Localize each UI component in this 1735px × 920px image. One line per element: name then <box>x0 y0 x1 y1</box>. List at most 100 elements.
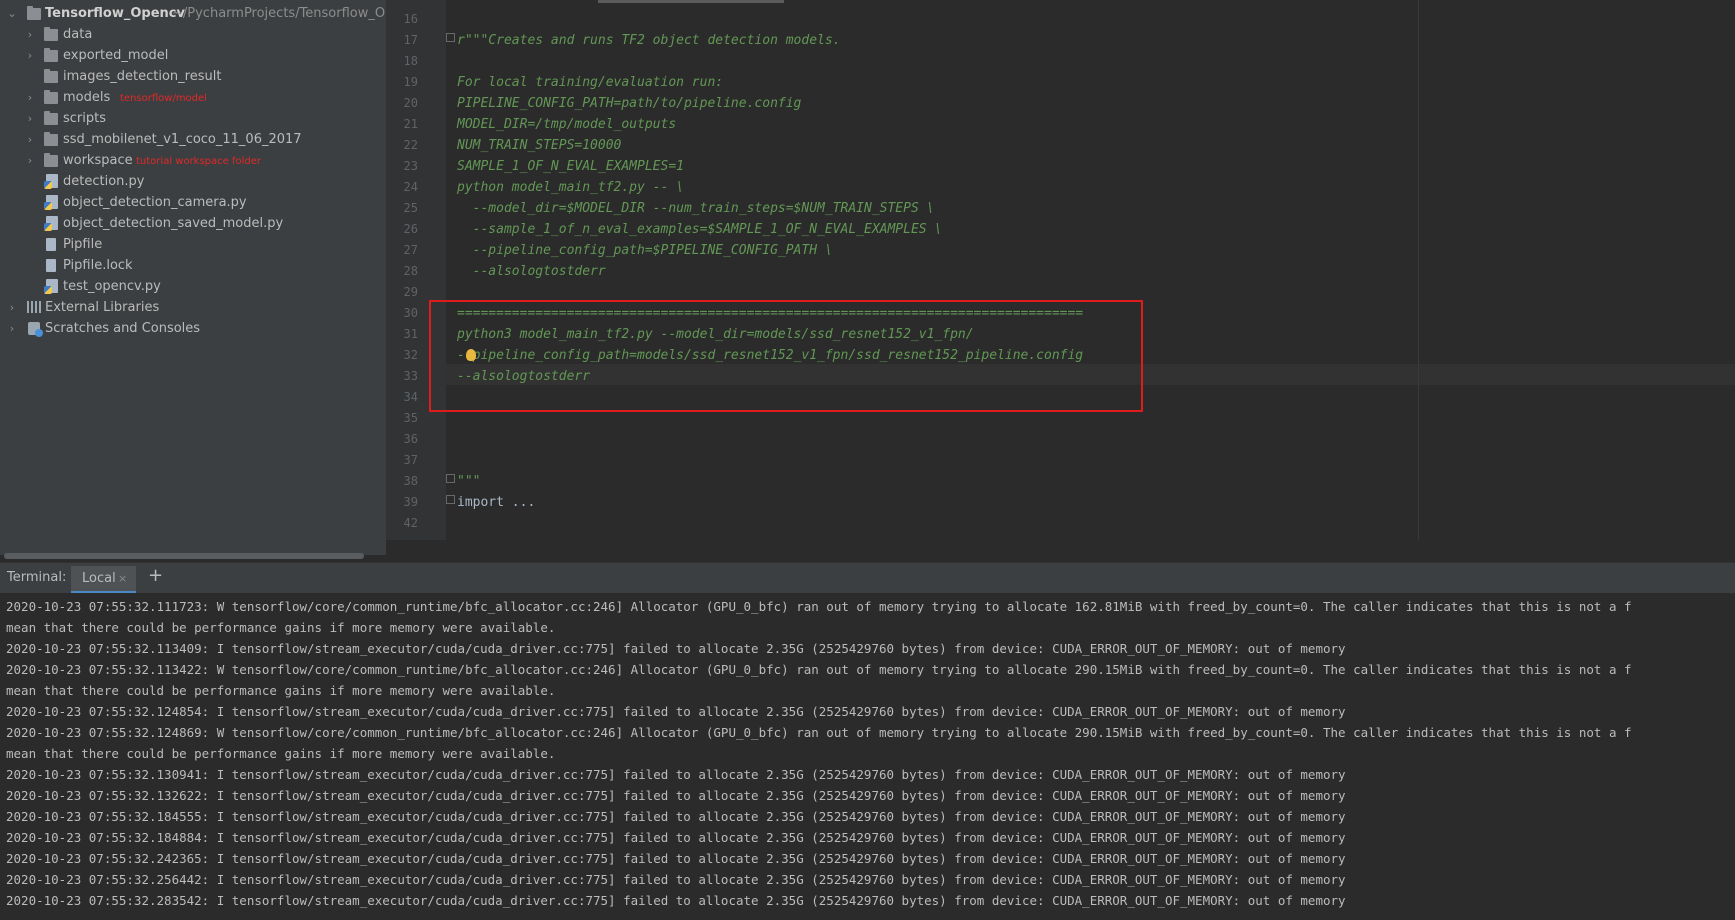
chevron-right-icon[interactable]: › <box>24 24 36 45</box>
line-number: 24 <box>403 180 418 194</box>
chevron-down-icon[interactable]: ⌄ <box>6 3 18 24</box>
line-number: 36 <box>403 432 418 446</box>
terminal-line: 2020-10-23 07:55:32.184884: I tensorflow… <box>6 830 1346 845</box>
tree-item[interactable]: object_detection_saved_model.py <box>0 213 386 234</box>
tree-item-label: detection.py <box>63 174 145 189</box>
add-terminal-icon[interactable]: + <box>148 565 163 586</box>
code-line: import ... <box>457 495 536 510</box>
tree-item[interactable]: object_detection_camera.py <box>0 192 386 213</box>
external-libraries[interactable]: › External Libraries <box>0 297 386 318</box>
code-line: SAMPLE_1_OF_N_EVAL_EXAMPLES=1 <box>457 159 684 174</box>
tree-item-label: scripts <box>63 111 106 126</box>
terminal-line: 2020-10-23 07:55:32.242365: I tensorflow… <box>6 851 1346 866</box>
line-number: 34 <box>403 390 418 404</box>
line-number: 28 <box>403 264 418 278</box>
terminal-line: 2020-10-23 07:55:32.256442: I tensorflow… <box>6 872 1346 887</box>
tree-item-label: workspace <box>63 153 133 168</box>
tree-item-label: ssd_mobilenet_v1_coco_11_06_2017 <box>63 132 302 147</box>
text-file-icon <box>46 259 56 272</box>
chevron-right-icon[interactable]: › <box>6 318 18 339</box>
chevron-right-icon[interactable]: › <box>24 45 36 66</box>
tree-item[interactable]: › models tensorflow/model <box>0 87 386 108</box>
library-icon <box>27 301 41 313</box>
code-line: --pipeline_config_path=$PIPELINE_CONFIG_… <box>457 243 833 258</box>
tree-item-label: object_detection_saved_model.py <box>63 216 284 231</box>
code-line: python model_main_tf2.py -- \ <box>457 180 684 195</box>
terminal-header: Terminal: Local × + <box>0 562 1735 594</box>
editor-scroll-indicator[interactable] <box>598 0 784 3</box>
tree-item[interactable]: › data <box>0 24 386 45</box>
tree-item-label: object_detection_camera.py <box>63 195 247 210</box>
tree-item[interactable]: test_opencv.py <box>0 276 386 297</box>
chevron-right-icon[interactable]: › <box>24 87 36 108</box>
terminal-output[interactable]: 2020-10-23 07:55:32.111723: W tensorflow… <box>0 593 1735 920</box>
terminal-line: 2020-10-23 07:55:32.184555: I tensorflow… <box>6 809 1346 824</box>
code-editor[interactable]: 16 17 18 19 20 21 22 23 24 25 26 27 28 29 30 31 32 33 34 35… <box>386 0 1735 540</box>
project-horizontal-scrollbar[interactable] <box>4 553 364 559</box>
line-number: 35 <box>403 411 418 425</box>
close-icon[interactable]: × <box>118 572 127 585</box>
terminal-line: 2020-10-23 07:55:32.111723: W tensorflow… <box>6 599 1632 614</box>
fold-icon[interactable] <box>446 474 455 483</box>
terminal-line: 2020-10-23 07:55:32.124854: I tensorflow… <box>6 704 1346 719</box>
tree-item-label: models <box>63 90 111 105</box>
red-annotation: tensorflow/model <box>120 93 207 104</box>
right-margin-guide <box>1418 0 1419 540</box>
tree-item[interactable]: Pipfile <box>0 234 386 255</box>
tree-item[interactable]: detection.py <box>0 171 386 192</box>
tree-item[interactable]: images_detection_result <box>0 66 386 87</box>
folder-icon <box>44 90 58 104</box>
tree-item-label: Pipfile <box>63 237 103 252</box>
tree-item[interactable]: › ssd_mobilenet_v1_coco_11_06_2017 <box>0 129 386 150</box>
line-number: 32 <box>403 348 418 362</box>
scratches-label: Scratches and Consoles <box>45 321 201 336</box>
line-number: 26 <box>403 222 418 236</box>
terminal-line: 2020-10-23 07:55:32.124869: W tensorflow… <box>6 725 1632 740</box>
terminal-line: mean that there could be performance gai… <box>6 683 556 698</box>
line-number: 39 <box>403 495 418 509</box>
folder-icon <box>44 27 58 41</box>
line-number-gutter: 16 17 18 19 20 21 22 23 24 25 26 27 28 29 30 31 32 33 34 35… <box>386 0 446 540</box>
code-line: --alsologtostderr <box>457 264 606 279</box>
chevron-right-icon[interactable]: › <box>6 297 18 318</box>
chevron-right-icon[interactable]: › <box>24 108 36 129</box>
scratch-icon <box>28 322 43 337</box>
line-number: 27 <box>403 243 418 257</box>
code-line: MODEL_DIR=/tmp/model_outputs <box>457 117 677 132</box>
line-number: 17 <box>403 33 418 47</box>
code-line: r"""Creates and runs TF2 object detectio… <box>457 33 841 48</box>
terminal-tab-local[interactable]: Local × <box>71 566 136 594</box>
tree-item-label: test_opencv.py <box>63 279 161 294</box>
chevron-right-icon[interactable]: › <box>24 129 36 150</box>
line-number: 16 <box>403 12 418 26</box>
tree-item[interactable]: Pipfile.lock <box>0 255 386 276</box>
project-tool-window: ⌄ Tensorflow_Opencv ~/PycharmProjects/Te… <box>0 0 386 555</box>
scratches-and-consoles[interactable]: › Scratches and Consoles <box>0 318 386 339</box>
tree-item[interactable]: › workspace tutorial workspace folder <box>0 150 386 171</box>
folder-icon <box>44 69 58 83</box>
tree-item-label: images_detection_result <box>63 69 222 84</box>
line-number: 33 <box>403 369 418 383</box>
tree-item[interactable]: › scripts <box>0 108 386 129</box>
lightbulb-icon[interactable] <box>466 349 476 361</box>
fold-icon[interactable] <box>446 33 455 42</box>
line-number: 23 <box>403 159 418 173</box>
code-line: NUM_TRAIN_STEPS=10000 <box>457 138 622 153</box>
line-number: 31 <box>403 327 418 341</box>
tree-item[interactable]: › exported_model <box>0 45 386 66</box>
folder-icon <box>44 132 58 146</box>
chevron-right-icon[interactable]: › <box>24 150 36 171</box>
line-number: 21 <box>403 117 418 131</box>
code-line: For local training/evaluation run: <box>457 75 724 90</box>
python-file-icon <box>44 195 58 210</box>
terminal-line: mean that there could be performance gai… <box>6 620 556 635</box>
line-number: 20 <box>403 96 418 110</box>
terminal-line: 2020-10-23 07:55:32.283542: I tensorflow… <box>6 893 1346 908</box>
external-libraries-label: External Libraries <box>45 300 160 315</box>
line-number: 38 <box>403 474 418 488</box>
project-root[interactable]: ⌄ Tensorflow_Opencv ~/PycharmProjects/Te… <box>0 3 386 24</box>
fold-icon[interactable] <box>446 495 455 504</box>
python-file-icon <box>44 216 58 231</box>
terminal-line: mean that there could be performance gai… <box>6 746 556 761</box>
python-file-icon <box>44 279 58 294</box>
